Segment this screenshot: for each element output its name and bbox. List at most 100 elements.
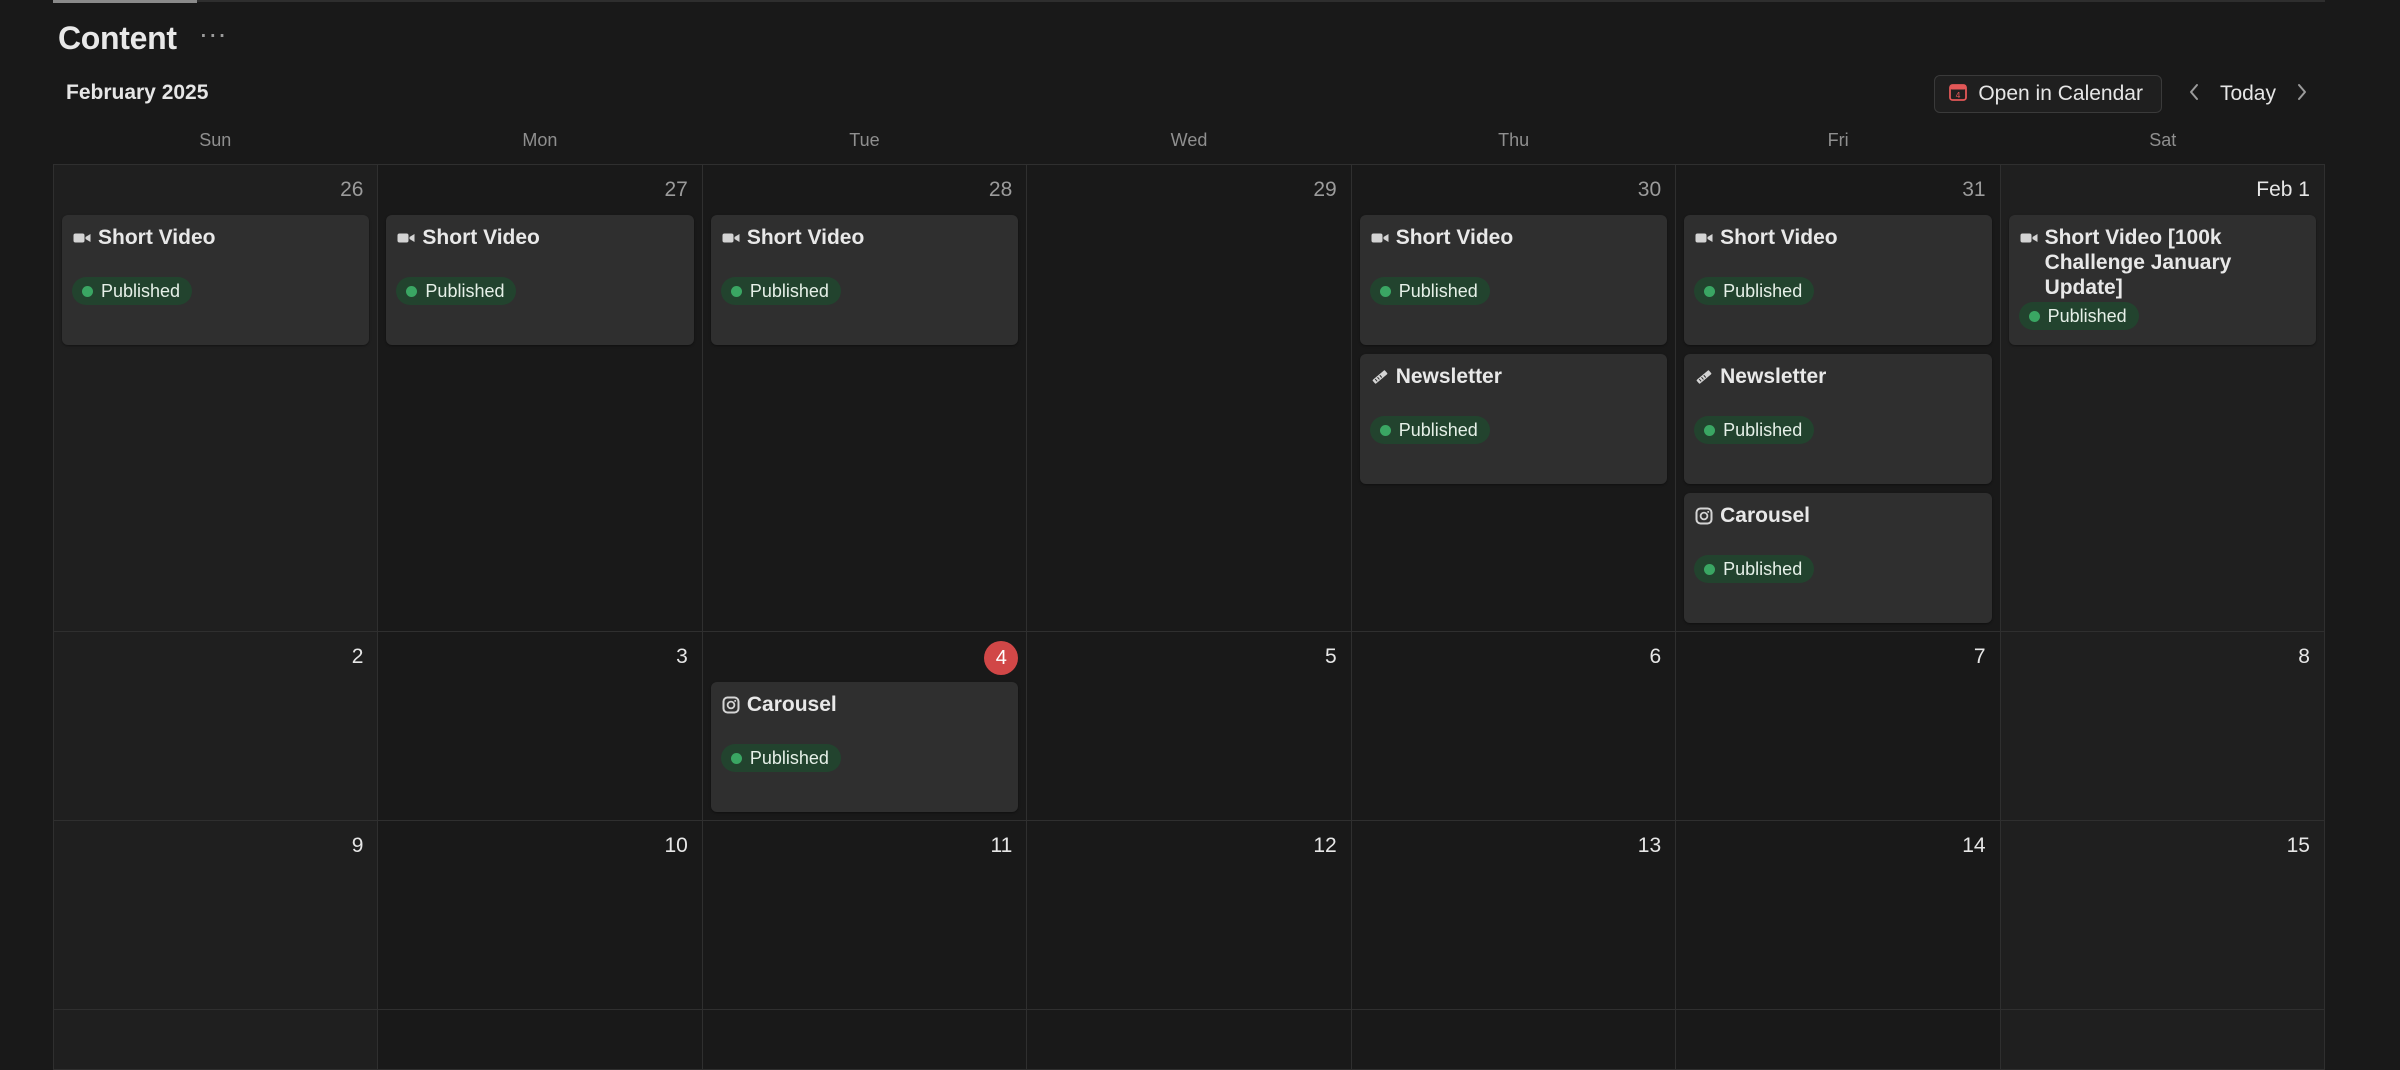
- event-title: Short Video: [1395, 226, 1514, 249]
- weekday-label: Sun: [199, 130, 232, 150]
- more-options-button[interactable]: ···: [195, 19, 231, 54]
- status-label: Published: [101, 280, 181, 301]
- calendar-day-cell[interactable]: 13: [1351, 821, 1677, 1010]
- calendar-day-cell[interactable]: 8: [2000, 632, 2325, 821]
- weekday-label: Sat: [2149, 130, 2177, 150]
- status-dot: [2028, 310, 2040, 322]
- video-camera-icon: [1370, 228, 1390, 248]
- status-dot: [730, 285, 742, 297]
- calendar-day-cell[interactable]: 28 Short Video Published: [702, 165, 1028, 632]
- calendar-day-cell[interactable]: 31 Short Video Published Newsletter Publishe…: [1676, 165, 2001, 632]
- chevron-left-icon: [2189, 84, 2198, 100]
- status-badge: Published: [2018, 302, 2139, 330]
- calendar-day-cell[interactable]: [1027, 1010, 1352, 1070]
- today-button[interactable]: Today: [2212, 82, 2284, 106]
- event-card[interactable]: Short Video Published: [1359, 215, 1668, 345]
- event-card[interactable]: Newsletter Published: [1684, 354, 1992, 484]
- event-card[interactable]: Carousel Published: [1684, 493, 1992, 623]
- event-card[interactable]: Short Video [100k Challenge January Upda…: [2008, 215, 2316, 345]
- calendar-day-cell[interactable]: 15: [2000, 821, 2325, 1010]
- newspaper-icon: [1694, 367, 1714, 387]
- calendar-day-cell[interactable]: [2000, 1010, 2325, 1070]
- status-badge: Published: [1694, 555, 1815, 583]
- calendar-day-cell[interactable]: 7: [1676, 632, 2001, 821]
- calendar-day-cell[interactable]: 29: [1027, 165, 1352, 632]
- day-number: 31: [1962, 178, 1986, 201]
- event-title-row: Short Video: [1370, 225, 1657, 250]
- calendar-grid: 26 Short Video Published 27 Short Video Publi…: [53, 164, 2325, 1070]
- event-card[interactable]: Short Video Published: [710, 215, 1019, 345]
- month-label: February 2025: [66, 81, 209, 104]
- event-card[interactable]: Short Video Published: [386, 215, 694, 345]
- event-title-row: Newsletter: [1694, 364, 1981, 389]
- event-card[interactable]: Short Video Published: [1684, 215, 1992, 345]
- calendar-day-cell[interactable]: [378, 1010, 703, 1070]
- calendar-day-cell[interactable]: 12: [1027, 821, 1352, 1010]
- event-title: Short Video: [746, 226, 865, 249]
- video-camera-icon: [72, 228, 92, 248]
- event-card[interactable]: Carousel Published: [710, 682, 1019, 812]
- calendar-day-cell[interactable]: [54, 1010, 379, 1070]
- day-number: 29: [1313, 178, 1337, 201]
- weekday-label: Wed: [1170, 130, 1208, 150]
- previous-month-button[interactable]: [2176, 81, 2212, 107]
- calendar-day-cell[interactable]: 14: [1676, 821, 2001, 1010]
- day-number: Feb 1: [2256, 178, 2310, 201]
- event-title-row: Carousel: [1694, 503, 1981, 528]
- calendar-icon: 4: [1948, 82, 1968, 107]
- video-camera-icon: [2019, 228, 2039, 248]
- calendar-day-cell[interactable]: 4 Carousel Published: [702, 632, 1028, 821]
- status-label: Published: [1723, 419, 1803, 440]
- event-card[interactable]: Short Video Published: [62, 215, 370, 345]
- status-label: Published: [749, 747, 829, 768]
- status-dot: [1379, 285, 1391, 297]
- calendar-day-cell[interactable]: 5: [1027, 632, 1352, 821]
- open-in-calendar-label: Open in Calendar: [1978, 82, 2143, 105]
- calendar-day-cell[interactable]: 6: [1351, 632, 1677, 821]
- status-badge: Published: [1694, 416, 1815, 444]
- event-title-row: Short Video [100k Challenge January Upda…: [2019, 225, 2306, 300]
- day-number: 26: [340, 178, 364, 201]
- calendar-day-cell[interactable]: [1351, 1010, 1677, 1070]
- event-title: Short Video [100k Challenge January Upda…: [2044, 226, 2232, 299]
- next-month-button[interactable]: [2284, 81, 2320, 107]
- active-view-tab-indicator: [53, 0, 197, 3]
- day-number: 12: [1313, 834, 1337, 857]
- status-dot: [1379, 424, 1391, 436]
- event-title-row: Short Video: [721, 225, 1008, 250]
- status-dot: [1704, 285, 1716, 297]
- calendar-day-cell[interactable]: 26 Short Video Published: [54, 165, 379, 632]
- calendar-day-cell[interactable]: Feb 1 Short Video [100k Challenge January…: [2000, 165, 2325, 632]
- video-camera-icon: [1694, 228, 1714, 248]
- status-label: Published: [1398, 419, 1478, 440]
- calendar-day-cell[interactable]: 2: [54, 632, 379, 821]
- day-number: 7: [1973, 645, 1986, 668]
- event-title-row: Newsletter: [1370, 364, 1657, 389]
- weekday-label: Tue: [849, 130, 880, 150]
- day-number: 28: [988, 178, 1013, 201]
- status-badge: Published: [396, 277, 517, 305]
- page-title: Content: [58, 20, 177, 56]
- calendar-day-cell[interactable]: [1676, 1010, 2001, 1070]
- open-in-calendar-button[interactable]: 4 Open in Calendar: [1934, 75, 2162, 113]
- status-label: Published: [1398, 280, 1478, 301]
- status-dot: [1704, 563, 1716, 575]
- calendar-day-cell[interactable]: 27 Short Video Published: [378, 165, 703, 632]
- calendar-day-cell[interactable]: 3: [378, 632, 703, 821]
- calendar-day-cell[interactable]: 30 Short Video Published Newsletter Publishe…: [1351, 165, 1677, 632]
- status-label: Published: [749, 280, 829, 301]
- calendar-day-cell[interactable]: 9: [54, 821, 379, 1010]
- status-label: Published: [425, 280, 505, 301]
- calendar-day-cell[interactable]: [702, 1010, 1028, 1070]
- weekday-header-row: Sun Mon Tue Wed Thu Fri Sat: [53, 130, 2325, 151]
- status-badge: Published: [1369, 416, 1490, 444]
- page-header: Content ···: [58, 19, 231, 57]
- day-number: 15: [2286, 834, 2310, 857]
- day-number: 6: [1649, 645, 1662, 668]
- event-card[interactable]: Newsletter Published: [1359, 354, 1668, 484]
- status-label: Published: [1723, 280, 1803, 301]
- event-title-row: Short Video: [72, 225, 359, 250]
- calendar-day-cell[interactable]: 11: [702, 821, 1028, 1010]
- calendar-day-cell[interactable]: 10: [378, 821, 703, 1010]
- calendar-toolbar: 4 Open in Calendar Today: [1934, 75, 2320, 113]
